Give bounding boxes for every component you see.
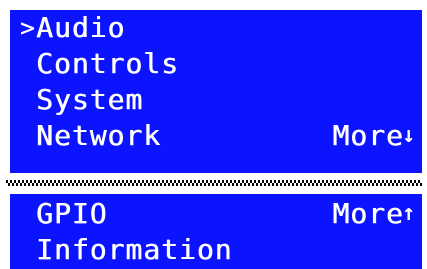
- menu-item-label: System: [36, 83, 144, 116]
- menu-item-gpio[interactable]: GPIO More↑: [20, 196, 416, 232]
- menu-item-label: Audio: [36, 11, 126, 44]
- menu-item-controls[interactable]: Controls: [20, 46, 416, 82]
- menu-item-label: Information: [36, 233, 233, 266]
- menu-item-audio[interactable]: > Audio: [20, 10, 416, 46]
- lcd-menu-screen: > Audio Controls System Network More↓ GP…: [0, 0, 427, 269]
- up-arrow-icon: ↑: [401, 201, 416, 226]
- down-arrow-icon: ↓: [401, 123, 416, 148]
- more-label: More: [332, 119, 404, 152]
- menu-item-label: Controls: [36, 47, 179, 80]
- menu-item-label: Network: [36, 119, 162, 152]
- more-label: More: [332, 197, 404, 230]
- menu-item-network[interactable]: Network More↓: [20, 118, 416, 154]
- menu-item-label: GPIO: [36, 197, 108, 230]
- menu-item-system[interactable]: System: [20, 82, 416, 118]
- more-up-indicator[interactable]: More↑: [332, 196, 416, 232]
- page-divider: [6, 180, 422, 186]
- menu-item-information[interactable]: Information: [20, 232, 416, 268]
- selection-cursor-icon: >: [20, 14, 36, 42]
- menu-page-bottom: GPIO More↑ Information: [10, 194, 422, 269]
- more-down-indicator[interactable]: More↓: [332, 118, 416, 154]
- menu-page-top: > Audio Controls System Network More↓: [10, 10, 422, 173]
